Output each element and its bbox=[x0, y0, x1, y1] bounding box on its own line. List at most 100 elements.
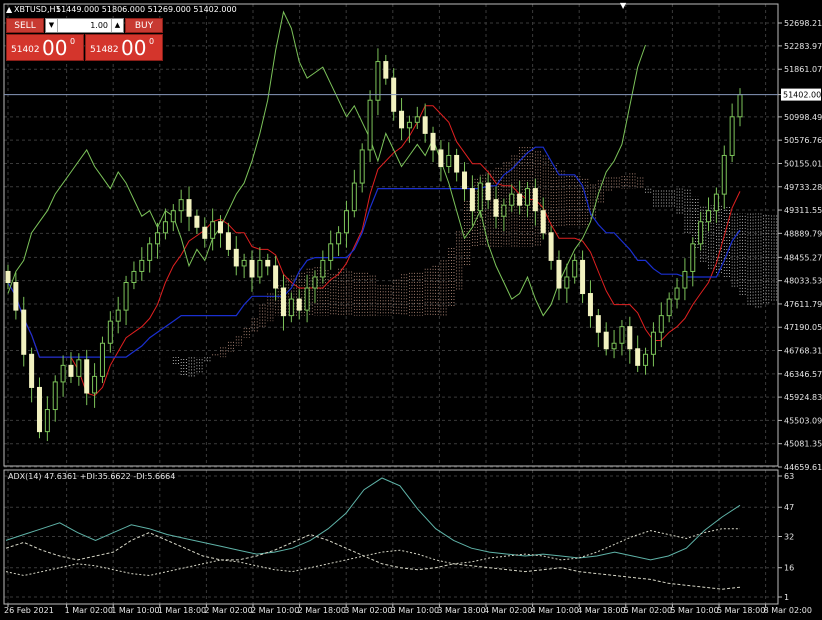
bear-candle bbox=[438, 149, 444, 168]
sell-button[interactable]: SELL bbox=[6, 18, 44, 33]
time-tick-label: 3 Mar 18:00 bbox=[437, 606, 485, 615]
lot-size-input[interactable] bbox=[58, 19, 112, 32]
price-tick-label: 48033.530 bbox=[784, 277, 822, 286]
bull-candle bbox=[123, 281, 129, 311]
bear-candle bbox=[454, 154, 460, 173]
chart-area[interactable]: 52698.210 52283.970 51861.070 50998.490 5057… bbox=[0, 0, 822, 620]
bear-candle bbox=[13, 281, 19, 311]
bull-candle bbox=[406, 121, 412, 129]
bear-candle bbox=[399, 110, 405, 129]
time-tick-label: 4 Mar 10:00 bbox=[531, 606, 579, 615]
price-tick-label: 44659.610 bbox=[784, 463, 822, 472]
price-tick-label: 46768.310 bbox=[784, 347, 822, 356]
bull-candle bbox=[288, 298, 294, 317]
bear-candle bbox=[462, 171, 468, 190]
price-tick-label: 45924.830 bbox=[784, 393, 822, 402]
bull-candle bbox=[304, 287, 310, 311]
bear-candle bbox=[5, 270, 11, 283]
bull-candle bbox=[312, 276, 318, 289]
bull-candle bbox=[501, 204, 507, 217]
bull-candle bbox=[92, 375, 98, 394]
bear-candle bbox=[68, 364, 74, 377]
adx-tick-label: 32 bbox=[784, 533, 794, 542]
buy-price-big: 00 bbox=[121, 36, 147, 60]
bull-candle bbox=[52, 381, 58, 411]
adx-tick-label: 1 bbox=[784, 593, 789, 602]
adx-header: ADX(14) 47.6361 +DI:35.6622 -DI:5.6664 bbox=[8, 472, 175, 481]
bull-candle bbox=[611, 342, 617, 350]
bull-candle bbox=[115, 309, 121, 322]
bull-candle bbox=[147, 243, 153, 261]
bull-candle bbox=[682, 270, 688, 289]
bear-candle bbox=[265, 259, 271, 267]
bear-candle bbox=[587, 293, 593, 317]
current-price-label: 51402.000 bbox=[783, 91, 822, 100]
time-tick-label: 2 Mar 18:00 bbox=[298, 606, 346, 615]
price-tick-label: 51861.070 bbox=[784, 65, 822, 74]
bull-candle bbox=[343, 210, 349, 234]
bull-candle bbox=[650, 331, 656, 355]
bear-candle bbox=[595, 315, 601, 333]
bull-candle bbox=[162, 221, 168, 234]
time-tick-label: 3 Mar 10:00 bbox=[391, 606, 439, 615]
sell-price-prefix: 51402 bbox=[11, 45, 40, 55]
bear-candle bbox=[580, 259, 586, 295]
time-tick-label: 5 Mar 02:00 bbox=[624, 606, 672, 615]
ohlc-label: 51449.000 51806.000 51269.000 51402.000 bbox=[56, 5, 237, 14]
bull-candle bbox=[178, 199, 184, 212]
shift-marker-icon[interactable]: ▼ bbox=[620, 1, 627, 10]
bull-candle bbox=[241, 259, 247, 267]
bull-candle bbox=[60, 364, 66, 383]
bull-candle bbox=[336, 232, 342, 245]
price-tick-label: 50998.490 bbox=[784, 113, 822, 122]
bear-candle bbox=[635, 348, 641, 366]
bull-candle bbox=[446, 154, 452, 168]
bear-candle bbox=[517, 193, 523, 206]
bull-candle bbox=[107, 320, 113, 344]
bull-candle bbox=[155, 232, 161, 245]
price-tick-label: 52698.210 bbox=[784, 19, 822, 28]
bear-candle bbox=[280, 287, 286, 317]
buy-price-sup: 0 bbox=[149, 37, 155, 46]
bull-candle bbox=[139, 259, 145, 272]
bear-candle bbox=[548, 232, 554, 261]
lot-size-stepper[interactable]: ▼ ▲ bbox=[45, 18, 124, 33]
bear-candle bbox=[485, 182, 491, 201]
sell-price-button[interactable]: 51402 00 0 bbox=[6, 34, 84, 61]
price-tick-label: 49311.550 bbox=[784, 206, 822, 215]
bear-candle bbox=[540, 210, 546, 234]
bull-candle bbox=[729, 116, 735, 156]
bull-candle bbox=[721, 154, 727, 195]
bull-candle bbox=[509, 193, 515, 206]
bull-candle bbox=[698, 221, 704, 245]
sell-price-sup: 0 bbox=[70, 37, 76, 46]
bull-candle bbox=[131, 270, 137, 283]
time-tick-label: 4 Mar 18:00 bbox=[577, 606, 625, 615]
buy-button[interactable]: BUY bbox=[125, 18, 163, 33]
symbol-label: XBTUSD,H1 bbox=[14, 5, 61, 14]
bull-candle bbox=[414, 116, 420, 123]
bull-candle bbox=[328, 243, 334, 261]
bull-candle bbox=[524, 188, 530, 206]
bear-candle bbox=[296, 298, 302, 311]
bull-candle bbox=[713, 193, 719, 212]
lot-increase-icon[interactable]: ▲ bbox=[111, 19, 123, 32]
bear-candle bbox=[422, 116, 428, 134]
bull-candle bbox=[674, 287, 680, 300]
bear-candle bbox=[225, 232, 231, 250]
bull-candle bbox=[170, 210, 176, 223]
price-tick-label: 50155.010 bbox=[784, 159, 822, 168]
time-tick-label: 1 Mar 10:00 bbox=[111, 606, 159, 615]
time-tick-label: 4 Mar 02:00 bbox=[484, 606, 532, 615]
adx-tick-label: 63 bbox=[784, 472, 794, 481]
bear-candle bbox=[273, 265, 279, 289]
time-tick-label: 5 Mar 10:00 bbox=[670, 606, 718, 615]
bull-candle bbox=[706, 210, 712, 223]
bear-candle bbox=[29, 353, 35, 388]
lot-decrease-icon[interactable]: ▼ bbox=[46, 19, 58, 32]
buy-price-button[interactable]: 51482 00 0 bbox=[85, 34, 163, 61]
time-tick-label: 8 Mar 02:00 bbox=[764, 606, 812, 615]
bull-candle bbox=[619, 326, 625, 344]
bull-candle bbox=[690, 243, 696, 272]
bear-candle bbox=[627, 326, 633, 350]
